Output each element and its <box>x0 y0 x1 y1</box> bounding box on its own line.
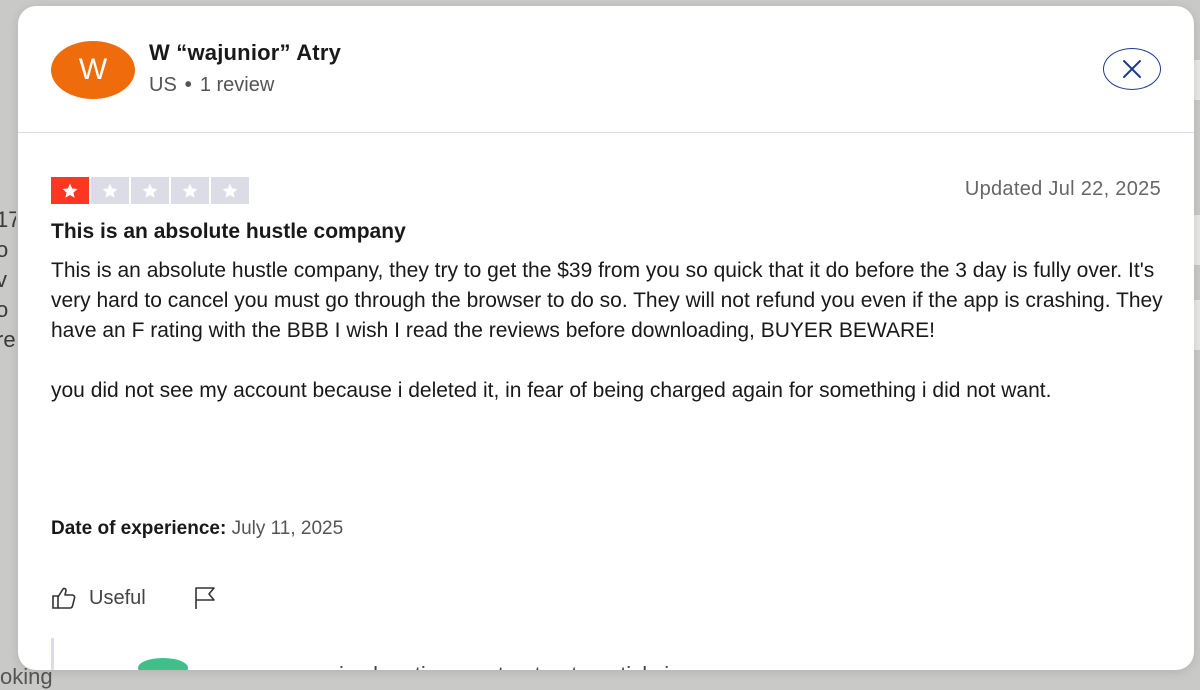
reply-divider <box>51 638 54 670</box>
close-icon <box>1123 60 1141 78</box>
report-button[interactable] <box>192 586 218 610</box>
avatar: W <box>51 41 135 99</box>
star-empty <box>91 177 129 204</box>
meta-separator: • <box>184 74 192 96</box>
star-rating <box>51 177 249 204</box>
review-actions: Useful <box>51 586 218 610</box>
review-paragraph: This is an absolute hustle company, they… <box>51 259 1163 342</box>
star-empty <box>171 177 209 204</box>
star-empty <box>211 177 249 204</box>
review-modal: W W “wajunior” Atry US • 1 review Update… <box>18 6 1194 670</box>
experience-label: Date of experience: <box>51 518 227 539</box>
review-title: This is an absolute hustle company <box>51 220 406 243</box>
star-filled <box>51 177 89 204</box>
reply-preview-text: expensive longtime contract automaticly … <box>268 662 680 670</box>
star-icon <box>222 183 238 198</box>
star-icon <box>142 183 158 198</box>
review-paragraph: you did not see my account because i del… <box>51 379 1052 402</box>
background-text: 17 <box>0 207 16 232</box>
close-button[interactable] <box>1103 48 1161 90</box>
reply-avatar <box>138 658 188 670</box>
useful-label: Useful <box>89 586 146 609</box>
reviewer-meta: US • 1 review <box>149 74 274 97</box>
background-text: o <box>0 237 9 262</box>
reviewer-review-count: 1 review <box>199 74 275 96</box>
star-icon <box>182 183 198 198</box>
updated-date: Updated Jul 22, 2025 <box>964 178 1161 200</box>
background-text: o <box>0 297 9 322</box>
reviewer-country: US <box>149 74 177 96</box>
useful-button[interactable]: Useful <box>51 586 146 610</box>
thumbs-up-icon <box>52 587 76 609</box>
star-empty <box>131 177 169 204</box>
flag-icon <box>194 587 215 609</box>
date-of-experience: Date of experience: July 11, 2025 <box>51 518 343 540</box>
experience-date: July 11, 2025 <box>231 518 344 539</box>
review-body: This is an absolute hustle company, they… <box>51 256 1166 406</box>
star-icon <box>62 183 78 198</box>
background-text: re <box>0 327 16 352</box>
star-icon <box>102 183 118 198</box>
review-header: W W “wajunior” Atry US • 1 review <box>18 6 1194 133</box>
background-fragments: 17 o v o re <box>0 205 16 355</box>
reviewer-name[interactable]: W “wajunior” Atry <box>149 40 341 66</box>
background-text: v <box>0 267 7 292</box>
